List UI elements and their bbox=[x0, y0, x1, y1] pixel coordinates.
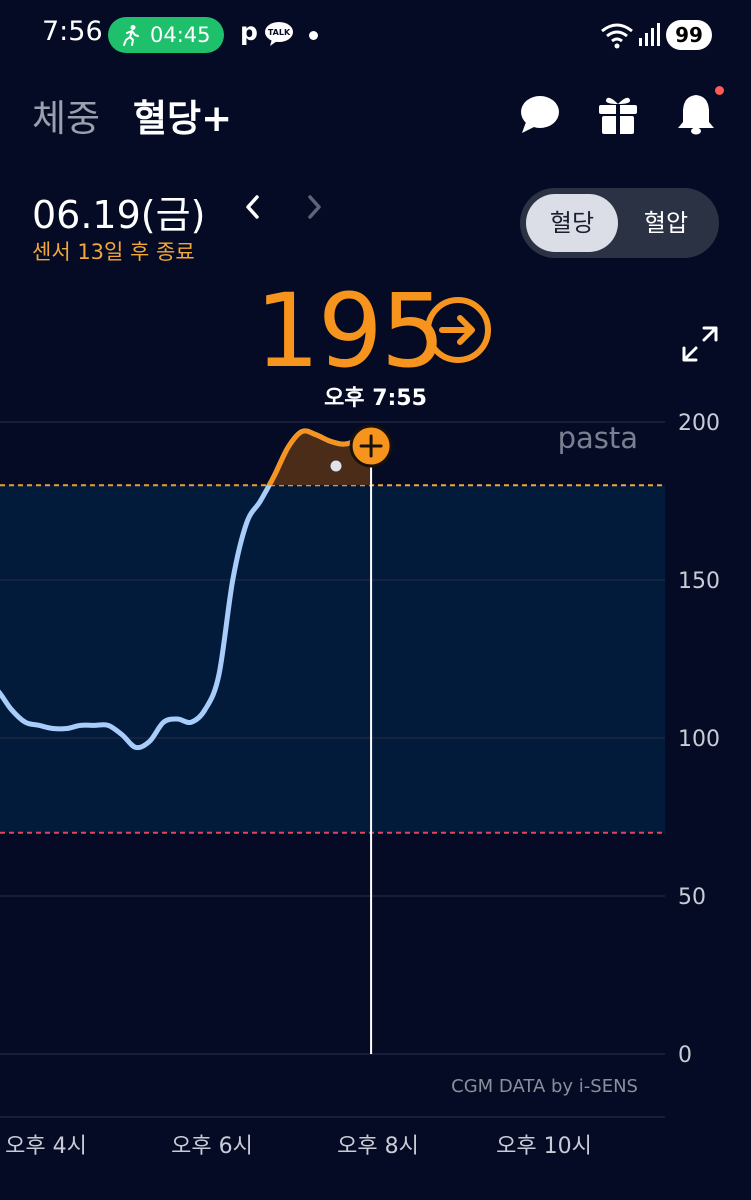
target-range-band bbox=[0, 485, 665, 833]
next-day-icon[interactable] bbox=[303, 192, 325, 222]
notification-badge bbox=[715, 86, 724, 95]
trend-arrow-right-icon bbox=[425, 297, 491, 363]
measure-type-toggle: 혈당 혈압 bbox=[520, 188, 719, 258]
activity-timer: 04:45 bbox=[150, 23, 211, 47]
y-tick-label: 150 bbox=[678, 569, 720, 594]
glucose-chart[interactable]: 0 50 100 150 200 pasta CGM DATA by i-SENS 오후 4시… bbox=[0, 400, 751, 1200]
sensor-expiry-notice: 센서 13일 후 종료 bbox=[32, 240, 195, 264]
x-tick-label: 오후 10시 bbox=[496, 1134, 592, 1159]
kakaotalk-icon: TALK bbox=[265, 22, 293, 46]
current-glucose-value: 195 bbox=[255, 272, 446, 391]
notification-dot bbox=[309, 31, 318, 40]
selected-date: 06.19(금) bbox=[32, 193, 206, 237]
status-bar: 7:56 04:45 p TALK 99 bbox=[0, 0, 751, 70]
brand-watermark: pasta bbox=[558, 421, 638, 455]
y-tick-label: 100 bbox=[678, 727, 720, 752]
data-credit: CGM DATA by i-SENS bbox=[451, 1076, 638, 1097]
toggle-blood-pressure[interactable]: 혈압 bbox=[620, 194, 712, 252]
wifi-icon bbox=[601, 23, 633, 49]
running-icon bbox=[123, 25, 139, 46]
y-tick-label: 50 bbox=[678, 885, 706, 910]
y-tick-label: 0 bbox=[678, 1043, 692, 1068]
gift-icon[interactable] bbox=[596, 92, 640, 136]
battery-icon: 99 bbox=[666, 20, 712, 50]
x-tick-label: 오후 8시 bbox=[337, 1134, 419, 1159]
status-time: 7:56 bbox=[42, 16, 103, 47]
chat-icon[interactable] bbox=[518, 92, 562, 136]
previous-day-icon[interactable] bbox=[242, 192, 264, 222]
x-tick-label: 오후 6시 bbox=[171, 1134, 253, 1159]
x-tick-label: 오후 4시 bbox=[5, 1134, 87, 1159]
activity-timer-pill[interactable]: 04:45 bbox=[108, 17, 224, 53]
parking-notification-icon: p bbox=[240, 17, 258, 46]
tab-blood-sugar[interactable]: 혈당+ bbox=[133, 88, 232, 142]
signal-icon bbox=[639, 23, 660, 46]
reading-point-marker bbox=[330, 460, 342, 472]
talk-badge-text: TALK bbox=[268, 28, 291, 37]
toggle-blood-sugar[interactable]: 혈당 bbox=[526, 194, 618, 252]
expand-icon[interactable] bbox=[680, 324, 720, 364]
y-tick-label: 200 bbox=[678, 411, 720, 436]
tab-weight[interactable]: 체중 bbox=[32, 88, 100, 142]
bell-icon[interactable] bbox=[674, 92, 718, 136]
